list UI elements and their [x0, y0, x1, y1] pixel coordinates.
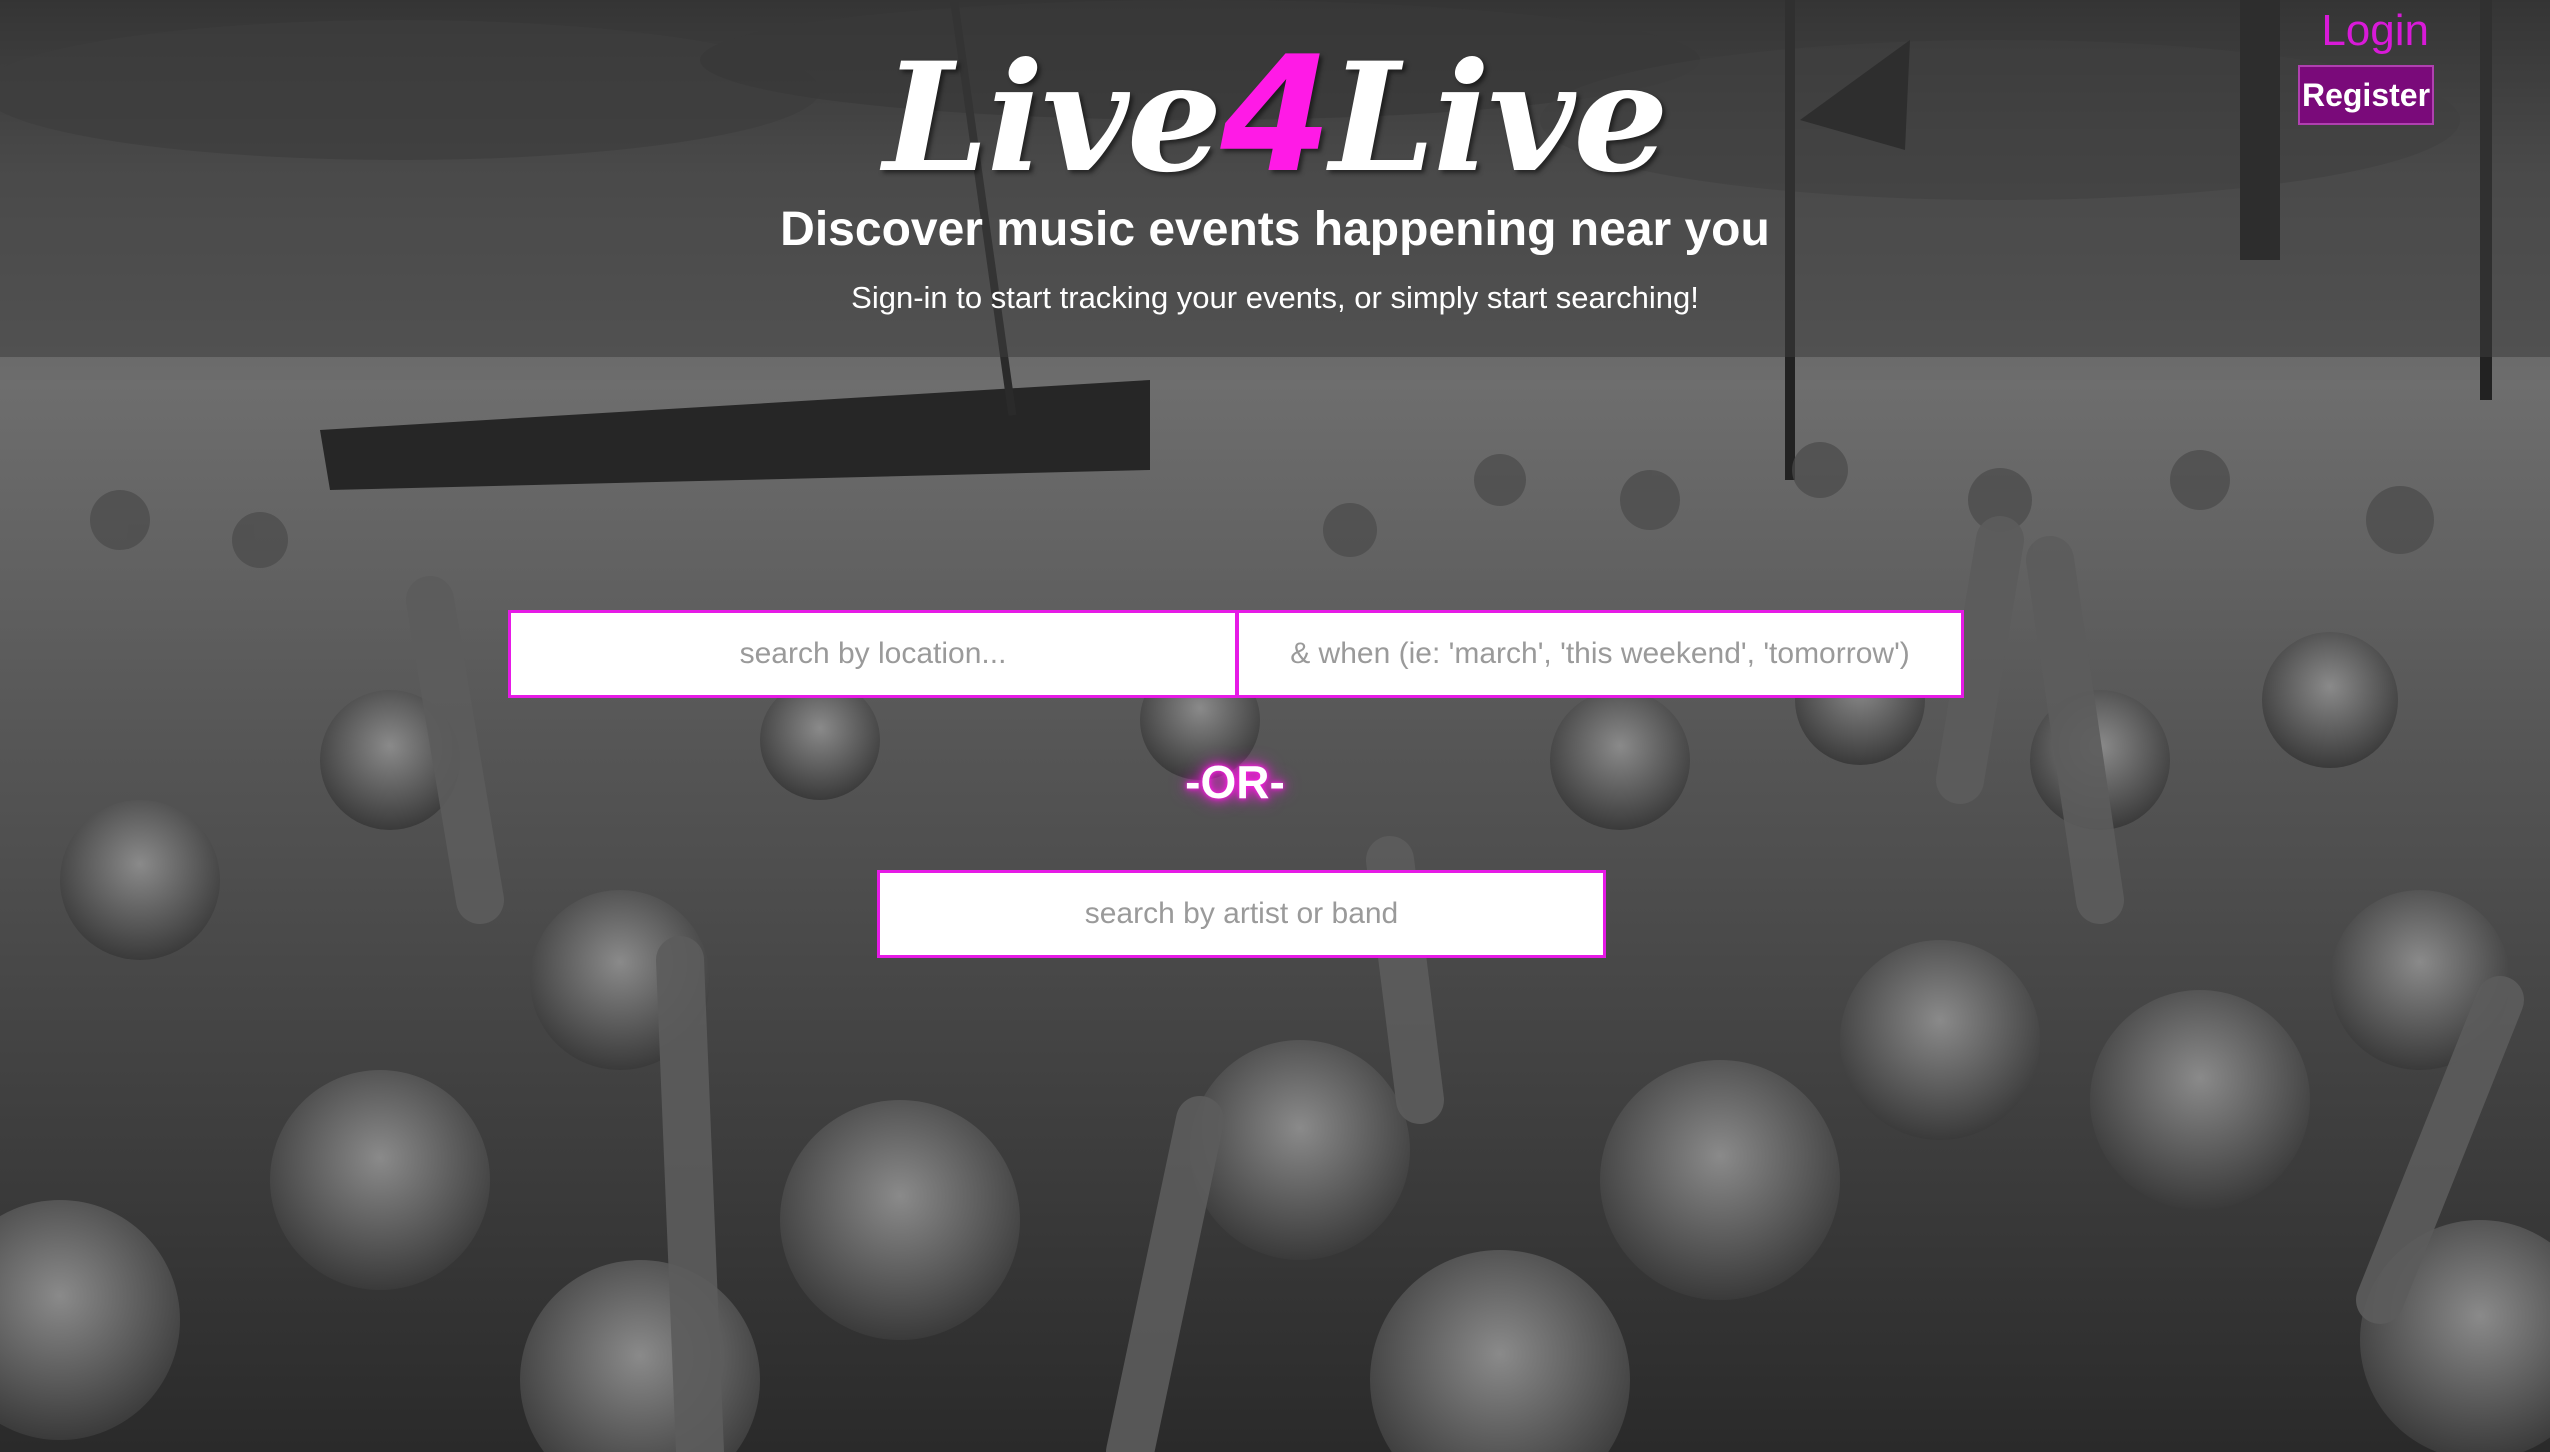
artist-search-input[interactable] [877, 870, 1606, 958]
site-logo[interactable]: Live4Live [0, 30, 2550, 206]
logo-accent: 4 [1220, 21, 1331, 208]
landing-page: Live4Live Discover music events happenin… [0, 0, 2550, 1452]
date-search-input[interactable] [1236, 610, 1964, 698]
register-button[interactable]: Register [2298, 65, 2434, 125]
login-link[interactable]: Login [2321, 6, 2429, 56]
logo-text-part1: Live [883, 30, 1222, 206]
page-subtagline: Sign-in to start tracking your events, o… [851, 280, 1699, 315]
page-tagline: Discover music events happening near you [780, 203, 1770, 256]
location-search-input[interactable] [508, 610, 1238, 698]
or-divider: -OR- [1185, 756, 1285, 808]
logo-text-part2: Live [1329, 30, 1669, 206]
